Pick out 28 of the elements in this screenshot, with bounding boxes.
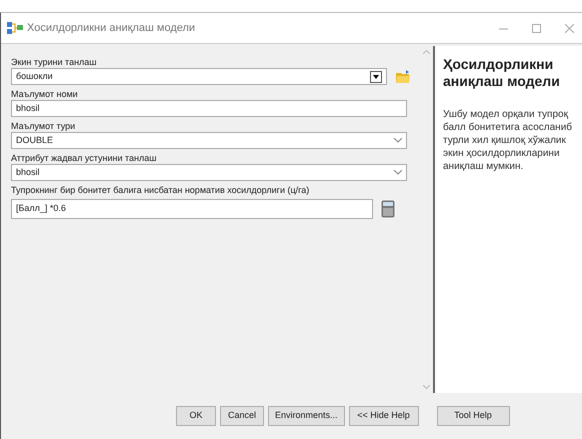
- dropdown[interactable]: bhosil: [11, 164, 407, 181]
- dialog-button[interactable]: OK: [176, 406, 216, 426]
- dropdown[interactable]: DOUBLE: [11, 132, 407, 149]
- dropdown-arrow-icon[interactable]: [373, 74, 379, 78]
- calculator-icon[interactable]: [381, 200, 395, 218]
- dialog-button[interactable]: Environments...: [268, 406, 345, 426]
- input-field[interactable]: [Балл_] *0.6: [11, 199, 373, 219]
- model-icon: [7, 22, 23, 34]
- scroll-up-icon[interactable]: [422, 50, 430, 54]
- help-text: Ушбу модел орқали тупроқ балл бонитетига асосланиб турли хил қишлоқ хўжалик экин ҳосилдорликларини аниқлаш мумкин.: [443, 108, 574, 173]
- field-label: Маълумот тури: [11, 120, 76, 132]
- window-title: Хосилдорликни аниқлаш модели: [27, 20, 196, 36]
- folder-icon[interactable]: [395, 68, 411, 84]
- help-title: Ҳосилдорликни аниқлаш модели: [443, 56, 561, 90]
- chevron-down-icon[interactable]: [394, 170, 402, 175]
- field-label: Экин турини танлаш: [11, 56, 98, 68]
- dropdown[interactable]: бошокли: [11, 68, 387, 85]
- maximize-icon[interactable]: [532, 24, 541, 32]
- chevron-down-icon[interactable]: [394, 138, 402, 143]
- field-label: Аттрибут жадвал устунини танлаш: [11, 152, 158, 164]
- input-field[interactable]: bhosil: [11, 100, 407, 117]
- field-label: Тупрокнинг бир бонитет балига нисбатан норматив хосилдорлиги (ц/га): [11, 184, 310, 196]
- dialog-button[interactable]: Tool Help: [436, 406, 510, 426]
- close-icon[interactable]: [565, 24, 574, 32]
- scroll-down-icon[interactable]: [422, 385, 430, 389]
- dialog-button[interactable]: << Hide Help: [348, 406, 419, 426]
- dialog-button[interactable]: Cancel: [220, 406, 264, 426]
- field-label: Маълумот номи: [11, 88, 79, 100]
